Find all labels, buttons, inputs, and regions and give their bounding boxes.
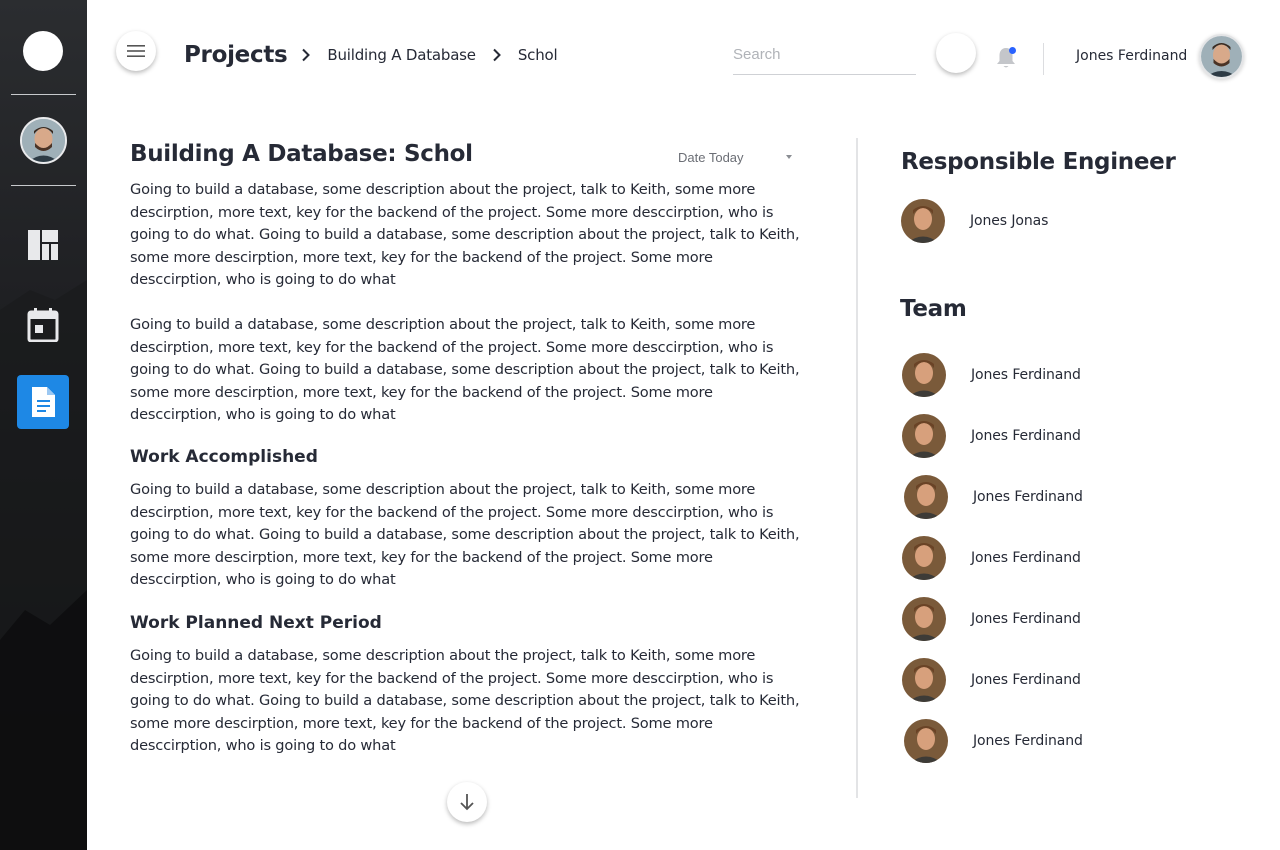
team-member-name: Jones Ferdinand	[971, 550, 1081, 566]
engineer-name: Jones Jonas	[970, 213, 1049, 229]
breadcrumb: Projects Building A Database Schol	[184, 42, 558, 68]
team-member[interactable]: Jones Ferdinand	[904, 475, 1083, 519]
engineer-card[interactable]: Jones Jonas	[901, 199, 1048, 243]
sidebar-divider	[11, 185, 76, 186]
sidebar-item-dashboard[interactable]	[17, 218, 69, 272]
description-paragraph: Going to build a database, some descript…	[130, 316, 800, 423]
menu-button[interactable]	[116, 31, 156, 71]
team-title: Team	[900, 296, 967, 322]
panel-divider	[856, 138, 858, 798]
sidebar-item-calendar[interactable]	[17, 298, 69, 352]
description-paragraph: Going to build a database, some descript…	[130, 181, 800, 288]
user-name[interactable]: Jones Ferdinand	[1076, 48, 1187, 64]
app-logo[interactable]	[23, 31, 63, 71]
sidebar	[0, 0, 87, 850]
section-title-work-accomplished: Work Accomplished	[130, 447, 318, 467]
team-member-name: Jones Ferdinand	[971, 367, 1081, 383]
breadcrumb-projects[interactable]: Projects	[184, 42, 288, 68]
breadcrumb-building-a-database[interactable]: Building A Database	[327, 46, 476, 64]
team-member[interactable]: Jones Ferdinand	[902, 536, 1081, 580]
date-filter-dropdown[interactable]: Date Today	[678, 150, 744, 165]
header-divider	[1043, 43, 1044, 75]
team-member-name: Jones Ferdinand	[973, 733, 1083, 749]
document-icon	[32, 387, 55, 417]
avatar	[902, 658, 946, 702]
sidebar-divider	[11, 94, 76, 95]
team-member[interactable]: Jones Ferdinand	[902, 597, 1081, 641]
breadcrumb-schol[interactable]: Schol	[518, 46, 558, 64]
search-input[interactable]	[733, 40, 916, 68]
avatar	[902, 597, 946, 641]
team-member[interactable]: Jones Ferdinand	[902, 353, 1081, 397]
team-member[interactable]: Jones Ferdinand	[902, 414, 1081, 458]
avatar	[902, 353, 946, 397]
section-title-work-planned: Work Planned Next Period	[130, 613, 382, 633]
avatar	[904, 719, 948, 763]
chevron-right-icon	[493, 48, 501, 62]
team-member-name: Jones Ferdinand	[971, 611, 1081, 627]
responsible-engineer-title: Responsible Engineer	[901, 149, 1176, 175]
chevron-right-icon	[302, 48, 311, 62]
calendar-icon	[27, 308, 59, 342]
avatar	[902, 536, 946, 580]
avatar	[904, 475, 948, 519]
team-member-name: Jones Ferdinand	[971, 428, 1081, 444]
sidebar-user-avatar[interactable]	[20, 117, 67, 164]
caret-down-icon[interactable]	[786, 155, 792, 159]
arrow-down-icon	[460, 794, 474, 811]
work-accomplished-text: Going to build a database, some descript…	[130, 481, 800, 588]
sidebar-item-documents[interactable]	[17, 375, 69, 429]
team-member[interactable]: Jones Ferdinand	[904, 719, 1083, 763]
round-action-button[interactable]	[936, 33, 976, 73]
work-planned-text: Going to build a database, some descript…	[130, 647, 800, 754]
notification-badge	[1009, 47, 1016, 54]
search-field[interactable]	[733, 40, 916, 75]
avatar	[902, 414, 946, 458]
user-avatar[interactable]	[1199, 34, 1244, 79]
avatar	[901, 199, 945, 243]
team-member[interactable]: Jones Ferdinand	[902, 658, 1081, 702]
page-title: Building A Database: Schol	[130, 141, 473, 167]
team-member-name: Jones Ferdinand	[971, 672, 1081, 688]
hamburger-menu-icon	[127, 45, 145, 57]
team-member-name: Jones Ferdinand	[973, 489, 1083, 505]
dashboard-icon	[28, 230, 58, 260]
scroll-down-button[interactable]	[447, 782, 487, 822]
